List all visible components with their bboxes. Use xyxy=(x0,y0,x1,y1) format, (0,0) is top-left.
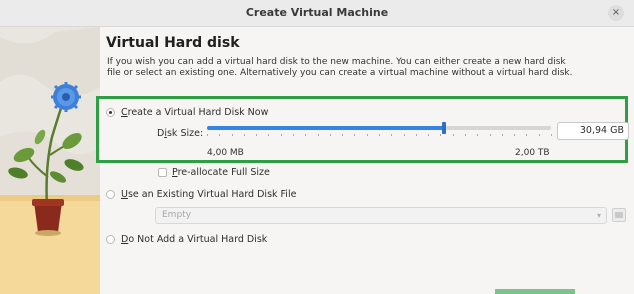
create-vm-window: Create Virtual Machine × Virtual Hard di… xyxy=(0,0,634,294)
radio-no-disk-label: Do Not Add a Virtual Hard Disk xyxy=(121,234,268,245)
slider-tick xyxy=(231,134,233,136)
slider-tick xyxy=(452,134,454,136)
radio-use-existing-disk-label: Use an Existing Virtual Hard Disk File xyxy=(121,189,297,200)
slider-tick xyxy=(354,134,356,136)
slider-tick xyxy=(514,134,516,136)
close-button[interactable]: × xyxy=(608,5,624,21)
window-title: Create Virtual Machine xyxy=(245,6,389,19)
radio-indicator[interactable] xyxy=(106,235,115,244)
slider-handle[interactable] xyxy=(442,122,447,134)
slider-fill xyxy=(207,126,445,130)
slider-tick xyxy=(428,134,430,136)
radio-create-disk-now[interactable]: Create a Virtual Hard Disk Now xyxy=(106,107,268,118)
slider-tick xyxy=(489,134,491,136)
radio-use-existing-disk[interactable]: Use an Existing Virtual Hard Disk File xyxy=(106,189,296,200)
slider-tick xyxy=(403,134,405,136)
slider-tick xyxy=(268,134,270,136)
wizard-content: Virtual Hard disk If you wish you can ad… xyxy=(96,27,634,294)
slider-tick xyxy=(293,134,294,136)
slider-tick xyxy=(379,134,380,136)
slider-tick xyxy=(207,134,208,136)
slider-tick xyxy=(538,134,540,136)
page-title: Virtual Hard disk xyxy=(106,35,240,51)
disk-size-input[interactable]: 30,94 GB xyxy=(557,122,629,140)
plant-illustration-icon xyxy=(0,27,100,294)
radio-indicator-checked[interactable] xyxy=(106,108,115,117)
preallocate-checkbox-row[interactable]: Pre-allocate Full Size xyxy=(158,167,270,178)
existing-disk-value: Empty xyxy=(162,210,192,220)
slider-tick xyxy=(243,134,245,136)
slider-max-label: 2,00 TB xyxy=(515,148,550,158)
folder-icon[interactable] xyxy=(612,208,626,222)
title-bar: Create Virtual Machine × xyxy=(0,0,634,27)
preallocate-label: Pre-allocate Full Size xyxy=(172,167,270,178)
slider-tick xyxy=(415,134,417,136)
slider-tick xyxy=(256,134,258,136)
slider-tick xyxy=(465,134,466,136)
slider-min-label: 4,00 MB xyxy=(207,148,244,158)
slider-tick xyxy=(551,134,552,136)
slider-tick xyxy=(305,134,307,136)
page-description: If you wish you can add a virtual hard d… xyxy=(107,57,573,78)
slider-tick xyxy=(477,134,479,136)
button-edge-hint xyxy=(495,289,575,294)
slider-tick xyxy=(342,134,344,136)
chevron-down-icon: ▾ xyxy=(596,211,601,220)
existing-disk-select[interactable]: Empty ▾ xyxy=(155,207,607,224)
radio-no-disk[interactable]: Do Not Add a Virtual Hard Disk xyxy=(106,234,267,245)
slider-tick xyxy=(317,134,319,136)
slider-tick xyxy=(440,134,442,136)
preallocate-checkbox[interactable] xyxy=(158,168,167,177)
slider-tick xyxy=(329,134,331,136)
disk-size-slider[interactable] xyxy=(207,122,551,134)
disk-size-label: Disk Size: xyxy=(157,128,204,139)
slider-tick xyxy=(391,134,393,136)
slider-tick xyxy=(219,134,221,136)
slider-tick xyxy=(280,134,282,136)
radio-indicator[interactable] xyxy=(106,190,115,199)
radio-create-disk-now-label: Create a Virtual Hard Disk Now xyxy=(121,107,269,118)
wizard-illustration xyxy=(0,27,100,294)
slider-tick xyxy=(526,134,528,136)
slider-tick xyxy=(366,134,368,136)
slider-tick xyxy=(501,134,503,136)
